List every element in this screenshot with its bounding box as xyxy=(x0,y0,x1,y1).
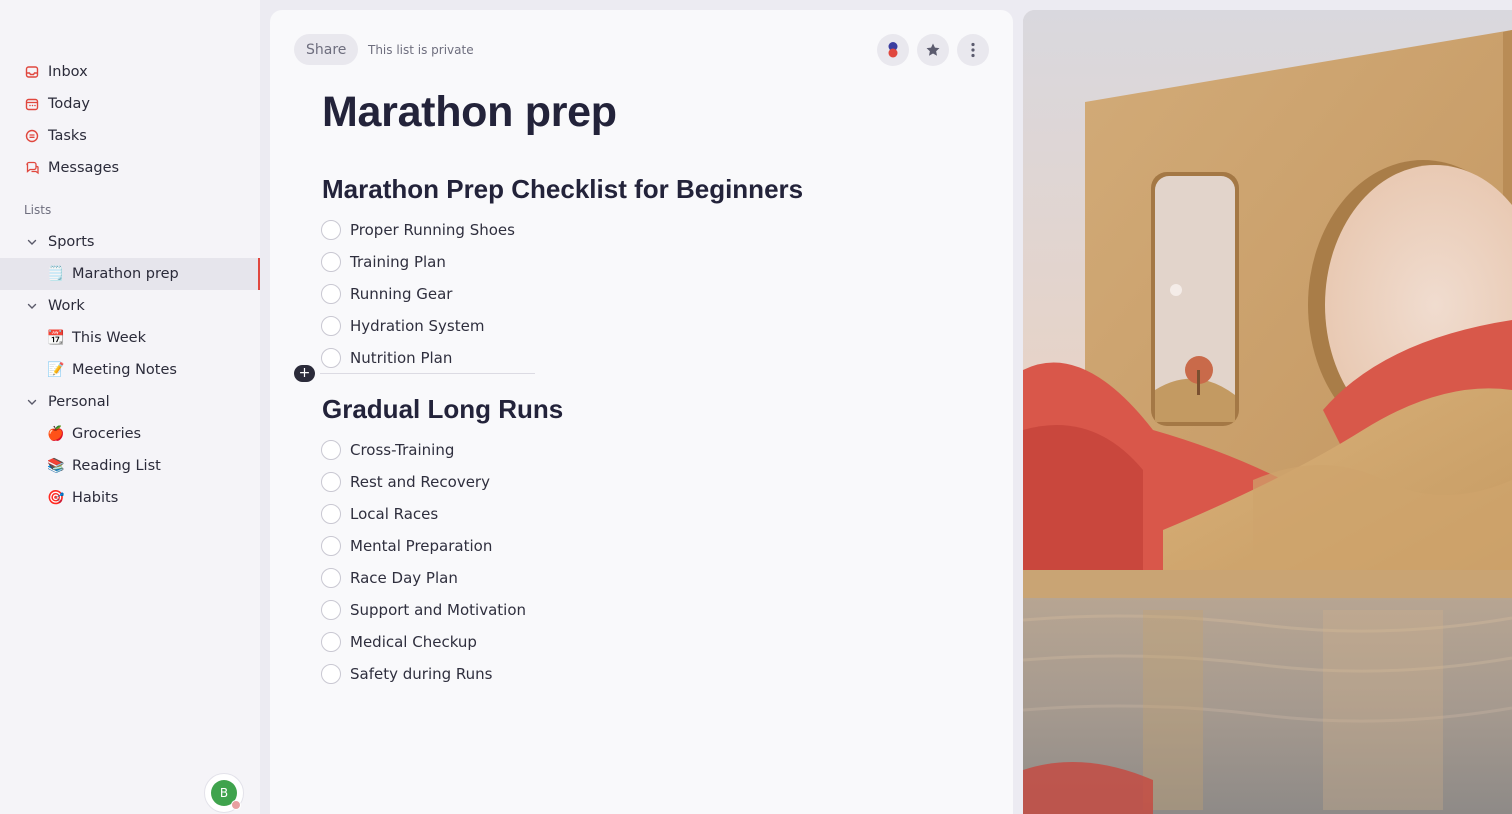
chevron-down-icon xyxy=(25,395,39,409)
task-item: Rest and Recovery xyxy=(321,470,490,494)
task-label: Running Gear xyxy=(350,285,453,303)
task-label: Nutrition Plan xyxy=(350,349,453,367)
list-item-meeting-notes[interactable]: 📝 Meeting Notes xyxy=(0,354,260,386)
nav-today[interactable]: Today xyxy=(0,88,260,120)
task-label: Training Plan xyxy=(350,253,446,271)
nav-messages[interactable]: Messages xyxy=(0,152,260,184)
page-title: Marathon prep xyxy=(322,88,617,136)
task-label: Local Races xyxy=(350,505,439,523)
task-checkbox[interactable] xyxy=(321,568,341,588)
task-item: Nutrition Plan xyxy=(321,346,452,370)
list-item-groceries[interactable]: 🍎 Groceries xyxy=(0,418,260,450)
calendar-icon xyxy=(24,96,40,112)
list-item-label: This Week xyxy=(72,330,146,346)
star-icon xyxy=(926,43,940,56)
status-badge xyxy=(231,800,241,810)
section-heading: Gradual Long Runs xyxy=(322,394,564,424)
list-item-marathon-prep[interactable]: 🗒️ Marathon prep xyxy=(0,258,260,290)
tasks-icon xyxy=(24,128,40,144)
section-heading: Marathon Prep Checklist for Beginners xyxy=(322,174,804,204)
task-label: Race Day Plan xyxy=(350,569,458,587)
group-work-label: Work xyxy=(48,298,85,314)
sidebar: Inbox Today Tasks Messages Lists Sports … xyxy=(0,0,260,814)
nav-tasks-label: Tasks xyxy=(48,128,87,144)
cover-image xyxy=(1023,10,1512,814)
task-checkbox[interactable] xyxy=(321,348,341,368)
task-item: Race Day Plan xyxy=(321,566,458,590)
task-checkbox[interactable] xyxy=(321,600,341,620)
task-label: Safety during Runs xyxy=(350,665,493,683)
nav-inbox[interactable]: Inbox xyxy=(0,56,260,88)
list-item-label: Reading List xyxy=(72,458,161,474)
group-personal[interactable]: Personal xyxy=(0,386,260,418)
task-item: Support and Motivation xyxy=(321,598,526,622)
list-item-habits[interactable]: 🎯 Habits xyxy=(0,482,260,514)
group-sports[interactable]: Sports xyxy=(0,226,260,258)
privacy-status: This list is private xyxy=(368,43,474,57)
task-item: Running Gear xyxy=(321,282,452,306)
lists-section-label: Lists xyxy=(24,203,52,217)
nav-inbox-label: Inbox xyxy=(48,64,88,80)
chevron-down-icon xyxy=(25,235,39,249)
task-checkbox[interactable] xyxy=(321,536,341,556)
more-options-button[interactable] xyxy=(957,34,989,66)
nav-tasks[interactable]: Tasks xyxy=(0,120,260,152)
nav-today-label: Today xyxy=(48,96,90,112)
insert-divider xyxy=(320,373,535,374)
list-item-label: Meeting Notes xyxy=(72,362,177,378)
task-label: Medical Checkup xyxy=(350,633,477,651)
collaborators-button[interactable] xyxy=(877,34,909,66)
cover-artwork xyxy=(1023,10,1512,814)
group-sports-label: Sports xyxy=(48,234,95,250)
main-panel: Share This list is private Marathon prep… xyxy=(270,10,1013,814)
task-item: Safety during Runs xyxy=(321,662,493,686)
messages-icon xyxy=(24,160,40,176)
list-item-this-week[interactable]: 📆 This Week xyxy=(0,322,260,354)
task-checkbox[interactable] xyxy=(321,632,341,652)
task-checkbox[interactable] xyxy=(321,316,341,336)
task-item: Cross-Training xyxy=(321,438,454,462)
list-item-label: Groceries xyxy=(72,426,142,442)
more-vertical-icon xyxy=(971,42,975,58)
task-label: Hydration System xyxy=(350,317,485,335)
group-personal-label: Personal xyxy=(48,394,110,410)
chevron-down-icon xyxy=(25,299,39,313)
add-block-button[interactable]: + xyxy=(294,365,315,382)
task-label: Mental Preparation xyxy=(350,537,493,555)
task-item: Hydration System xyxy=(321,314,484,338)
list-item-label: Habits xyxy=(72,490,119,506)
task-checkbox[interactable] xyxy=(321,284,341,304)
task-item: Local Races xyxy=(321,502,438,526)
apple-icon: 🍎 xyxy=(47,426,65,442)
task-label: Cross-Training xyxy=(350,441,455,459)
task-item: Training Plan xyxy=(321,250,446,274)
task-item: Proper Running Shoes xyxy=(321,218,515,242)
task-checkbox[interactable] xyxy=(321,504,341,524)
list-item-label: Marathon prep xyxy=(72,266,179,282)
task-label: Proper Running Shoes xyxy=(350,221,515,239)
memo-icon: 📝 xyxy=(47,362,65,378)
task-checkbox[interactable] xyxy=(321,220,341,240)
task-checkbox[interactable] xyxy=(321,440,341,460)
plus-icon: + xyxy=(298,365,311,381)
calendar-icon: 📆 xyxy=(47,330,65,346)
task-checkbox[interactable] xyxy=(321,664,341,684)
task-label: Support and Motivation xyxy=(350,601,527,619)
task-item: Medical Checkup xyxy=(321,630,477,654)
target-icon: 🎯 xyxy=(47,490,65,506)
nav-messages-label: Messages xyxy=(48,160,120,176)
user-avatar-button[interactable]: B xyxy=(204,773,244,813)
favorite-button[interactable] xyxy=(917,34,949,66)
list-item-reading-list[interactable]: 📚 Reading List xyxy=(0,450,260,482)
collaborators-icon xyxy=(888,42,898,58)
notepad-icon: 🗒️ xyxy=(47,266,65,282)
inbox-icon xyxy=(24,64,40,80)
task-checkbox[interactable] xyxy=(321,252,341,272)
group-work[interactable]: Work xyxy=(0,290,260,322)
books-icon: 📚 xyxy=(47,458,65,474)
share-button[interactable]: Share xyxy=(294,34,359,65)
task-checkbox[interactable] xyxy=(321,472,341,492)
task-label: Rest and Recovery xyxy=(350,473,490,491)
task-item: Mental Preparation xyxy=(321,534,492,558)
